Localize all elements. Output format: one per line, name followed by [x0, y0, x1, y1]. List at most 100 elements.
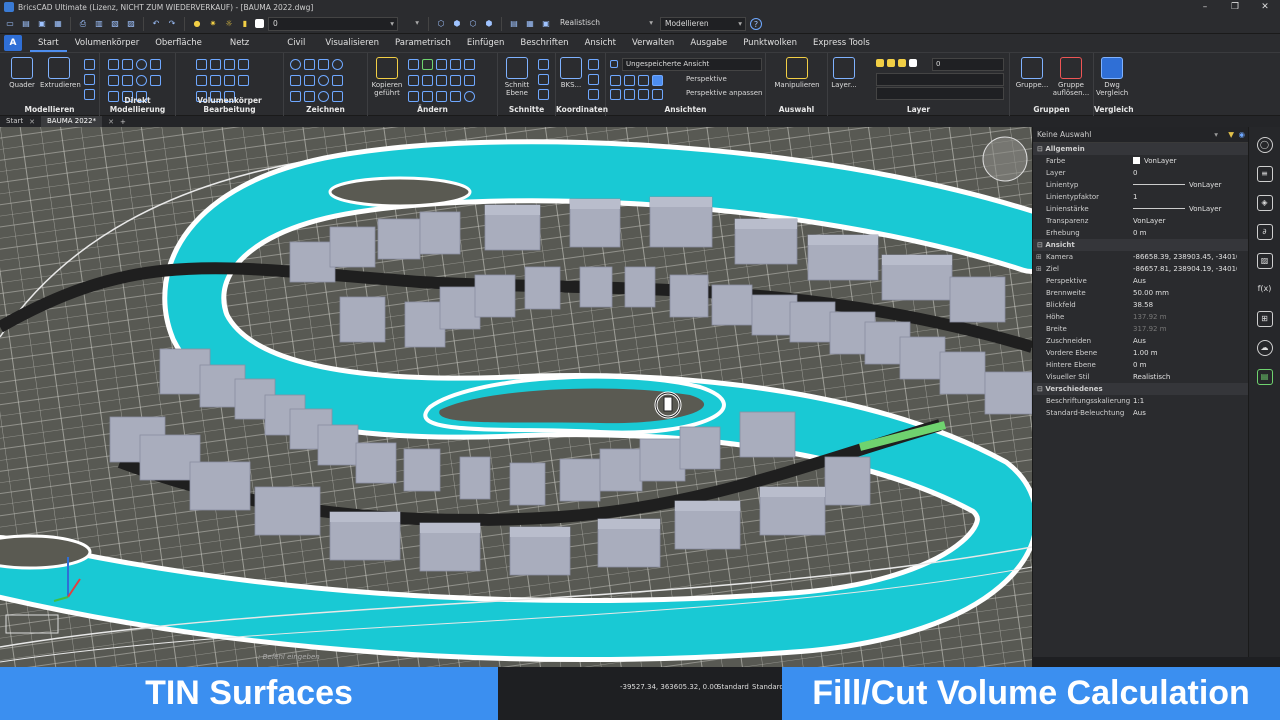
section-plane2-icon[interactable] [538, 74, 549, 85]
match-icon[interactable] [464, 91, 475, 102]
publish-icon[interactable]: ▧ [109, 18, 121, 30]
export-icon[interactable]: ▨ [125, 18, 137, 30]
property-row[interactable]: Layer 0 [1033, 167, 1248, 179]
move-icon[interactable] [408, 59, 419, 70]
layer-state-dropdown[interactable] [876, 73, 1004, 86]
property-row[interactable]: Linientypfaktor 1 [1033, 191, 1248, 203]
property-value-cell[interactable]: 50.00 mm [1133, 289, 1237, 297]
saved-view-dropdown[interactable]: Ungespeicherte Ansicht [622, 58, 762, 71]
sphere-icon[interactable] [84, 59, 95, 70]
property-row[interactable]: Perspektive Aus [1033, 275, 1248, 287]
interfere-icon[interactable] [224, 75, 235, 86]
property-row[interactable]: Zuschneiden Aus [1033, 335, 1248, 347]
property-value-cell[interactable]: Realistisch [1133, 373, 1237, 381]
tab-punktwolken[interactable]: Punktwolken [735, 34, 805, 52]
new-tab-icon[interactable]: + [120, 118, 126, 126]
ucs-face-icon[interactable] [588, 74, 599, 85]
tab-parametrisch[interactable]: Parametrisch [387, 34, 459, 52]
property-row[interactable]: Linientyp VonLayer [1033, 179, 1248, 191]
view-front-icon[interactable]: ⬡ [467, 18, 479, 30]
bks-button[interactable]: BKS... [558, 57, 584, 89]
kopieren-gefuehrt-button[interactable]: Kopieren geführt [370, 57, 404, 97]
save-icon[interactable]: ▣ [36, 18, 48, 30]
ucs-world-icon[interactable] [588, 59, 599, 70]
workspace-dropdown[interactable]: Modellieren [660, 16, 746, 31]
stretch-icon[interactable] [408, 75, 419, 86]
push-pull-icon[interactable] [108, 59, 119, 70]
property-value-cell[interactable]: Aus [1133, 337, 1237, 345]
view-iso-icon[interactable]: ⬢ [483, 18, 495, 30]
property-row[interactable]: Beschriftungsskalierung 1:1 [1033, 395, 1248, 407]
property-row[interactable]: Blickfeld 38.58 [1033, 299, 1248, 311]
freeze-icon[interactable]: ☼ [223, 18, 235, 30]
doc-tab-bauma[interactable]: BAUMA 2022* [40, 116, 103, 127]
layer-dropdown[interactable]: 0 [268, 16, 398, 31]
property-value-cell[interactable]: VonLayer [1133, 181, 1237, 189]
quader-button[interactable]: Quader [6, 57, 38, 89]
layer-color-icon[interactable] [909, 59, 917, 67]
layer-on-icon[interactable] [876, 59, 884, 67]
ucs-object-icon[interactable] [588, 89, 599, 100]
layer-dropdown[interactable]: 0 [932, 58, 1004, 71]
layer-button[interactable]: Layer... [830, 57, 858, 89]
line-icon[interactable] [304, 59, 315, 70]
scale-icon[interactable] [436, 59, 447, 70]
lock-icon[interactable]: ▮ [239, 18, 251, 30]
layer-unlock-icon[interactable] [898, 59, 906, 67]
property-value-cell[interactable]: VonLayer [1133, 157, 1237, 165]
property-value-cell[interactable]: VonLayer [1133, 205, 1237, 213]
visual-style-dropdown[interactable]: Realistisch [556, 17, 656, 31]
close-button[interactable]: ✕ [1250, 0, 1280, 14]
doc-tab-start[interactable]: Start [0, 116, 29, 127]
delete-face-icon[interactable] [122, 75, 133, 86]
tab-civil[interactable]: Civil [279, 34, 313, 52]
property-row[interactable]: Breite 317.92 m [1033, 323, 1248, 335]
polyline-icon[interactable] [318, 59, 329, 70]
gruppe-button[interactable]: Gruppe... [1014, 57, 1050, 89]
property-value-cell[interactable]: 1.00 m [1133, 349, 1237, 357]
cloud-icon[interactable]: ☁ [1256, 340, 1273, 356]
break-icon[interactable] [450, 75, 461, 86]
property-value-cell[interactable]: 317.92 m [1133, 325, 1237, 333]
cone-icon[interactable] [84, 89, 95, 100]
offset-face-icon[interactable] [108, 75, 119, 86]
rectangle-icon[interactable] [304, 91, 315, 102]
navigation-wheel-icon[interactable] [982, 136, 1028, 182]
lightbulb-icon[interactable]: ◯ [1256, 137, 1273, 153]
view-right-icon[interactable] [624, 89, 635, 100]
property-row[interactable]: Transparenz VonLayer [1033, 215, 1248, 227]
point-icon[interactable] [332, 75, 343, 86]
property-section[interactable]: Verschiedenes [1033, 383, 1248, 395]
manipulieren-button[interactable]: Manipulieren [772, 57, 822, 89]
view-back-icon[interactable] [610, 89, 621, 100]
tab-start[interactable]: Start [30, 34, 67, 52]
tree-icon[interactable]: ⊞ [1256, 311, 1273, 327]
property-row[interactable]: Linienstärke VonLayer [1033, 203, 1248, 215]
maximize-button[interactable]: ❐ [1220, 0, 1250, 14]
undo-icon[interactable]: ↶ [150, 18, 162, 30]
cylinder-icon[interactable] [84, 74, 95, 85]
tab-netz[interactable]: Netz [222, 34, 257, 52]
tab-verwalten[interactable]: Verwalten [624, 34, 682, 52]
separate-icon[interactable] [196, 75, 207, 86]
new-file-icon[interactable]: ▭ [4, 18, 16, 30]
app-menu-button[interactable]: A [4, 35, 22, 51]
property-section[interactable]: Ansicht [1033, 239, 1248, 251]
rotate-face-icon[interactable] [136, 59, 147, 70]
view-bottom-icon[interactable] [638, 89, 649, 100]
spline-icon[interactable] [290, 75, 301, 86]
mirror-icon[interactable] [450, 59, 461, 70]
text-style[interactable]: Standard [717, 683, 749, 691]
filter-icon[interactable]: ▼ [1228, 130, 1234, 139]
perspective-icon[interactable] [652, 75, 663, 86]
command-line[interactable]: : Befehl eingeben [258, 653, 320, 661]
layer-thaw-icon[interactable] [887, 59, 895, 67]
property-value-cell[interactable]: Aus [1133, 277, 1237, 285]
region-icon[interactable] [332, 91, 343, 102]
subtract-icon[interactable] [210, 59, 221, 70]
offset-icon[interactable] [422, 91, 433, 102]
sun-icon[interactable]: ✷ [207, 18, 219, 30]
open-file-icon[interactable]: ▤ [20, 18, 32, 30]
tab-oberflaeche[interactable]: Oberfläche [147, 34, 210, 52]
property-value-cell[interactable]: 1 [1133, 193, 1237, 201]
